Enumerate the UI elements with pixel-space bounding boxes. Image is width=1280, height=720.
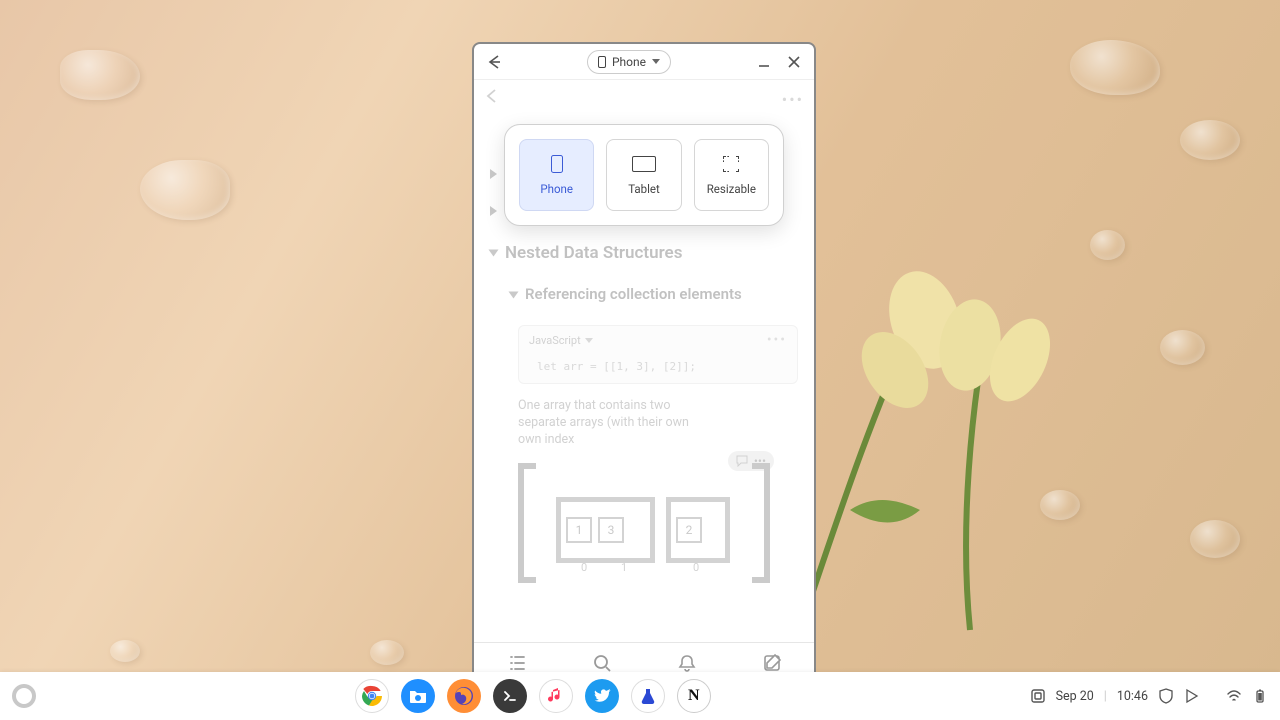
- shelf-apps: N: [355, 679, 711, 713]
- flask-icon: [639, 687, 657, 705]
- twitter-icon: [593, 687, 611, 705]
- resizable-icon: [723, 156, 739, 172]
- device-label: Phone: [612, 55, 646, 69]
- battery-icon: [1252, 688, 1268, 704]
- shield-icon: [1158, 688, 1174, 704]
- phone-icon: [598, 56, 606, 68]
- system-tray[interactable]: Sep 20 | 10:46: [1030, 688, 1268, 704]
- content-area: ••• Sorting Nested Data Structures Refer…: [474, 80, 814, 642]
- music-icon: [547, 687, 565, 705]
- desktop: Phone •••: [0, 0, 1280, 720]
- app-files[interactable]: [401, 679, 435, 713]
- app-terminal[interactable]: [493, 679, 527, 713]
- terminal-icon: [502, 688, 518, 704]
- shelf: N Sep 20 | 10:46: [0, 672, 1280, 720]
- list-icon: [507, 653, 527, 673]
- close-button[interactable]: [782, 50, 806, 74]
- wifi-icon: [1226, 688, 1242, 704]
- bell-icon: [677, 653, 697, 673]
- compose-icon: [762, 653, 782, 673]
- phone-icon: [551, 155, 563, 173]
- app-twitter[interactable]: [585, 679, 619, 713]
- device-option-phone[interactable]: Phone: [519, 139, 594, 211]
- screenshot-icon: [1030, 688, 1046, 704]
- app-window: Phone •••: [472, 42, 816, 688]
- tray-date: Sep 20: [1056, 689, 1094, 704]
- firefox-icon: [453, 685, 475, 707]
- app-music[interactable]: [539, 679, 573, 713]
- app-firefox[interactable]: [447, 679, 481, 713]
- app-notion[interactable]: N: [677, 679, 711, 713]
- device-option-resizable[interactable]: Resizable: [694, 139, 769, 211]
- chrome-icon: [360, 684, 384, 708]
- notion-icon: N: [688, 687, 700, 705]
- device-selector-button[interactable]: Phone: [587, 50, 671, 74]
- titlebar: Phone: [474, 44, 814, 80]
- chevron-down-icon: [652, 59, 660, 64]
- tablet-icon: [632, 156, 656, 172]
- folder-icon: [409, 687, 427, 705]
- option-label: Phone: [540, 182, 573, 196]
- option-label: Tablet: [628, 182, 660, 196]
- tray-time: 10:46: [1117, 689, 1148, 704]
- app-lab[interactable]: [631, 679, 665, 713]
- option-label: Resizable: [707, 182, 756, 196]
- device-selector-popup: Phone Tablet Resizable: [504, 124, 784, 226]
- back-button[interactable]: [482, 50, 506, 74]
- minimize-button[interactable]: [752, 50, 776, 74]
- device-option-tablet[interactable]: Tablet: [606, 139, 681, 211]
- launcher-button[interactable]: [12, 684, 36, 708]
- app-chrome[interactable]: [355, 679, 389, 713]
- play-store-icon: [1184, 688, 1200, 704]
- search-icon: [592, 653, 612, 673]
